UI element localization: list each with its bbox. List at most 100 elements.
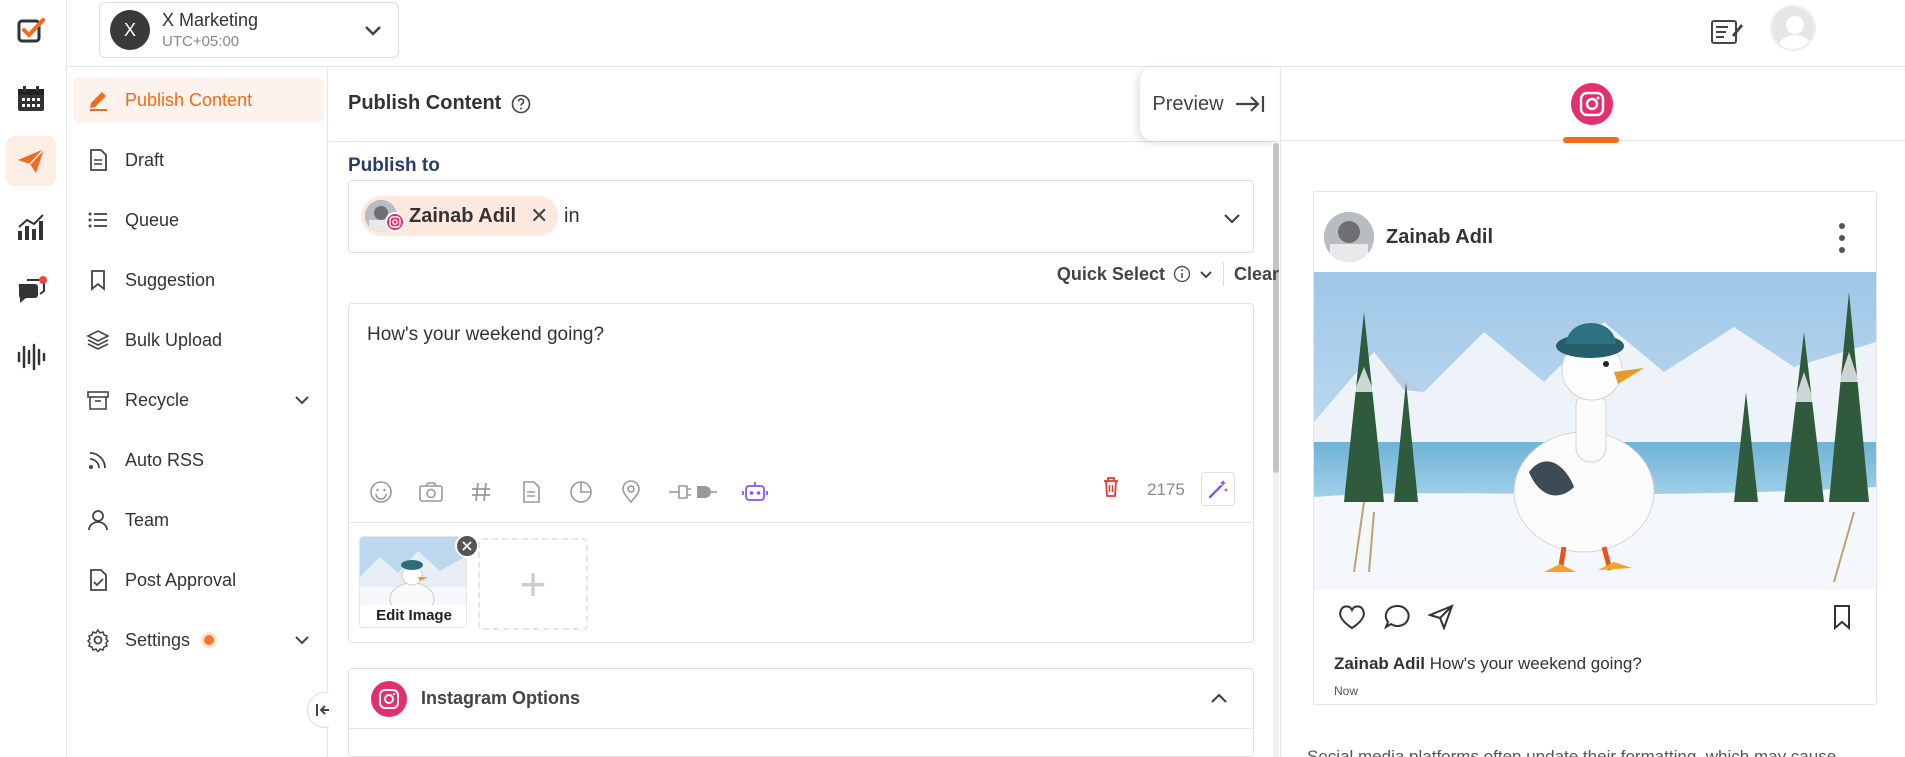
analytics-icon[interactable]	[6, 202, 56, 252]
camera-icon[interactable]	[417, 478, 445, 506]
post-editor: How's your weekend going? 2175 Edit Imag…	[348, 303, 1254, 643]
ai-bot-icon[interactable]	[741, 478, 769, 506]
nav-suggestion[interactable]: Suggestion	[73, 257, 323, 303]
duck-image	[1314, 272, 1876, 590]
settings-badge	[204, 635, 215, 645]
character-count: 2175	[1147, 480, 1185, 499]
account-chip-name: Zainab Adil	[409, 204, 517, 227]
workspace-name: X Marketing	[162, 10, 259, 30]
trash-icon[interactable]	[1101, 476, 1121, 498]
nav-label: Team	[125, 509, 170, 530]
calendar-icon[interactable]	[6, 74, 56, 124]
quick-select-row: Quick Select Clear	[879, 259, 1279, 289]
more-options-icon[interactable]	[1838, 222, 1846, 254]
separator	[1222, 262, 1224, 286]
heart-icon[interactable]	[1338, 604, 1366, 630]
instagram-options-panel: Instagram Options	[348, 668, 1254, 757]
nav-label: Publish Content	[125, 89, 253, 110]
hashtag-icon[interactable]	[467, 478, 495, 506]
post-header: Zainab Adil	[1324, 212, 1493, 262]
post-account-name: Zainab Adil	[1386, 225, 1494, 248]
send-icon[interactable]	[6, 136, 56, 186]
close-icon	[462, 541, 472, 551]
user-icon	[85, 507, 111, 533]
active-tab-indicator	[1563, 137, 1619, 143]
help-icon[interactable]	[511, 94, 531, 114]
nav-publish-content[interactable]: Publish Content	[73, 77, 323, 123]
nav-team[interactable]: Team	[73, 497, 323, 543]
logo-icon[interactable]	[6, 6, 56, 56]
caption-username: Zainab Adil	[1334, 654, 1425, 673]
edit-image-button[interactable]: Edit Image	[360, 605, 466, 627]
page-title: Publish Content	[348, 92, 531, 115]
user-avatar[interactable]	[1770, 5, 1816, 51]
location-pin-icon[interactable]	[617, 478, 645, 506]
workspace-timezone: UTC+05:00	[162, 33, 240, 50]
quick-select-button[interactable]: Quick Select	[1057, 264, 1165, 285]
top-header: X X Marketing UTC+05:00	[67, 0, 1905, 67]
pencil-icon	[85, 87, 111, 113]
archive-icon	[85, 387, 111, 413]
post-image	[1314, 272, 1876, 590]
app-root: X X Marketing UTC+05:00 Publish Content …	[0, 0, 1905, 757]
nav-label: Queue	[125, 209, 180, 230]
chevron-down-icon	[295, 636, 309, 645]
nav-draft[interactable]: Draft	[73, 137, 323, 183]
account-search-input[interactable]: in	[564, 205, 580, 228]
editor-toolbar	[367, 474, 791, 510]
instagram-icon	[371, 680, 407, 717]
nav-bulk-upload[interactable]: Bulk Upload	[73, 317, 323, 363]
workspace-selector[interactable]: X X Marketing UTC+05:00	[99, 2, 399, 58]
nav-queue[interactable]: Queue	[73, 197, 323, 243]
nav-settings[interactable]: Settings	[73, 617, 323, 663]
chevron-down-icon[interactable]	[1221, 207, 1243, 229]
nav-label: Post Approval	[125, 569, 237, 590]
post-caption: Zainab Adil How's your weekend going?	[1334, 654, 1642, 674]
caption-text: How's your weekend going?	[1429, 654, 1642, 673]
plug-icon[interactable]	[667, 478, 719, 506]
preview-disclaimer: Social media platforms often update thei…	[1307, 747, 1837, 757]
document-icon[interactable]	[517, 478, 545, 506]
comment-icon[interactable]	[1384, 604, 1410, 630]
post-timestamp: Now	[1334, 684, 1359, 698]
notes-icon[interactable]	[1705, 10, 1749, 54]
emoji-icon[interactable]	[367, 478, 395, 506]
instagram-options-header[interactable]: Instagram Options	[349, 669, 1253, 729]
post-text-area[interactable]: How's your weekend going?	[367, 324, 604, 346]
sub-navigation: Publish Content Draft Queue Suggestion B…	[67, 67, 343, 757]
nav-label: Bulk Upload	[125, 329, 223, 350]
clear-button[interactable]: Clear	[1234, 264, 1279, 285]
share-icon[interactable]	[1428, 604, 1454, 630]
audio-icon[interactable]	[6, 332, 56, 382]
bookmark-icon[interactable]	[1832, 604, 1852, 630]
magic-wand-button[interactable]	[1201, 472, 1235, 506]
preview-toggle-button[interactable]: Preview	[1140, 67, 1278, 141]
bookmark-icon	[85, 267, 111, 293]
add-media-button[interactable]: +	[478, 538, 588, 630]
account-chip[interactable]: Zainab Adil ✕	[361, 196, 559, 236]
info-icon[interactable]	[1173, 265, 1191, 283]
nav-post-approval[interactable]: Post Approval	[73, 557, 323, 603]
instagram-post-preview: Zainab Adil Zainab Adil How's your weeke…	[1313, 191, 1877, 705]
instagram-tab[interactable]	[1571, 83, 1613, 125]
chat-icon[interactable]	[6, 266, 56, 316]
account-selector[interactable]: Zainab Adil ✕ in	[348, 180, 1254, 253]
instagram-icon	[385, 212, 405, 232]
nav-auto-rss[interactable]: Auto RSS	[73, 437, 323, 483]
publish-to-label: Publish to	[348, 155, 440, 176]
arrow-right-bar-icon	[1235, 96, 1264, 112]
composer-panel: Publish Content Preview Publish to Zaina…	[329, 67, 1279, 757]
nav-recycle[interactable]: Recycle	[73, 377, 323, 423]
media-thumbnail[interactable]: Edit Image	[359, 536, 467, 628]
icon-rail	[0, 0, 67, 757]
document-icon	[85, 147, 111, 173]
chevron-up-icon[interactable]	[1209, 689, 1229, 709]
pie-chart-icon[interactable]	[567, 478, 595, 506]
chevron-down-icon[interactable]	[1199, 267, 1213, 281]
remove-media-button[interactable]	[455, 534, 479, 558]
scrollbar-thumb[interactable]	[1273, 143, 1279, 473]
remove-account-button[interactable]: ✕	[530, 203, 548, 229]
page-title-text: Publish Content	[348, 92, 502, 114]
preview-network-tabs	[1281, 67, 1905, 143]
divider	[329, 141, 1279, 142]
